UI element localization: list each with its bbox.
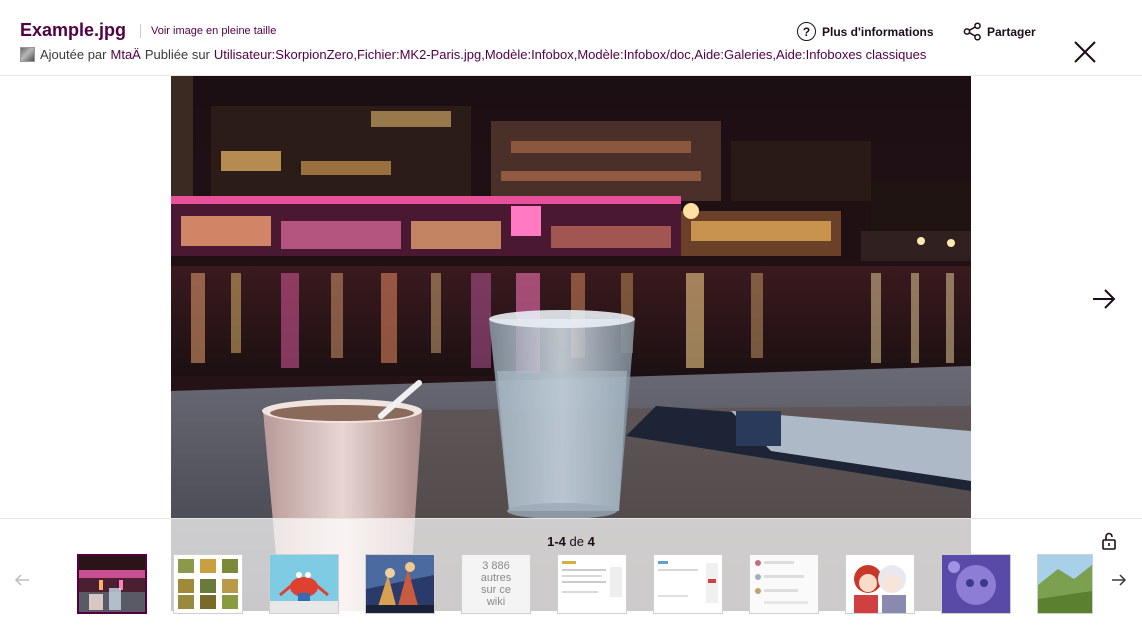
arrow-left-icon[interactable] xyxy=(14,573,30,587)
thumbnail[interactable] xyxy=(557,554,627,614)
more-info-label: Plus d'informations xyxy=(822,24,934,39)
counter-of: de xyxy=(569,534,585,549)
thumbnail[interactable] xyxy=(1037,554,1093,614)
thumbnail[interactable] xyxy=(845,554,915,614)
arrow-right-icon[interactable] xyxy=(1090,286,1118,312)
arrow-right-icon[interactable] xyxy=(1111,573,1127,587)
padlock-open-icon[interactable] xyxy=(1101,532,1117,550)
thumbnail[interactable] xyxy=(749,554,819,614)
thumbnail-active[interactable] xyxy=(77,554,147,614)
user-avatar[interactable] xyxy=(20,47,35,62)
thumbnail[interactable] xyxy=(269,554,339,614)
published-on-label: Publiée sur xyxy=(144,47,210,62)
share-nodes-icon xyxy=(963,22,981,41)
image-title: Example.jpg xyxy=(20,20,127,40)
thumbnail[interactable] xyxy=(365,554,435,614)
more-images-text: 3 886 autres sur ce wiki xyxy=(480,560,512,608)
counter-total: 4 xyxy=(587,534,595,549)
lightbox: Example.jpg Voir image en pleine taille … xyxy=(0,0,1142,633)
thumbnail[interactable] xyxy=(941,554,1011,614)
thumbnail[interactable] xyxy=(173,554,243,614)
image-counter: 1-4 de 4 xyxy=(0,534,1142,549)
counter-range: 1-4 xyxy=(547,534,566,549)
full-size-link[interactable]: Voir image en pleine taille xyxy=(151,25,276,37)
published-on-pages-links[interactable]: Utilisateur:SkorpionZero,Fichier:MK2-Par… xyxy=(214,47,926,62)
image-metadata: Ajoutée par MtaÄ Publiée sur Utilisateur… xyxy=(20,47,926,62)
more-info-button[interactable]: ? Plus d'informations xyxy=(797,22,934,41)
thumbnail-filmstrip: 1-4 de 4 3 886 autres sur ce wiki xyxy=(0,518,1142,633)
added-by-user-link[interactable]: MtaÄ xyxy=(111,47,141,62)
title-separator xyxy=(140,24,141,38)
added-by-label: Ajoutée par xyxy=(40,47,107,62)
close-icon[interactable] xyxy=(1072,39,1098,65)
question-circle-icon: ? xyxy=(797,22,816,41)
lightbox-header: Example.jpg Voir image en pleine taille … xyxy=(0,0,1142,76)
more-images-thumbnail[interactable]: 3 886 autres sur ce wiki xyxy=(461,554,531,614)
thumbnail[interactable] xyxy=(653,554,723,614)
share-button[interactable]: Partager xyxy=(963,22,1036,41)
share-label: Partager xyxy=(987,24,1036,39)
